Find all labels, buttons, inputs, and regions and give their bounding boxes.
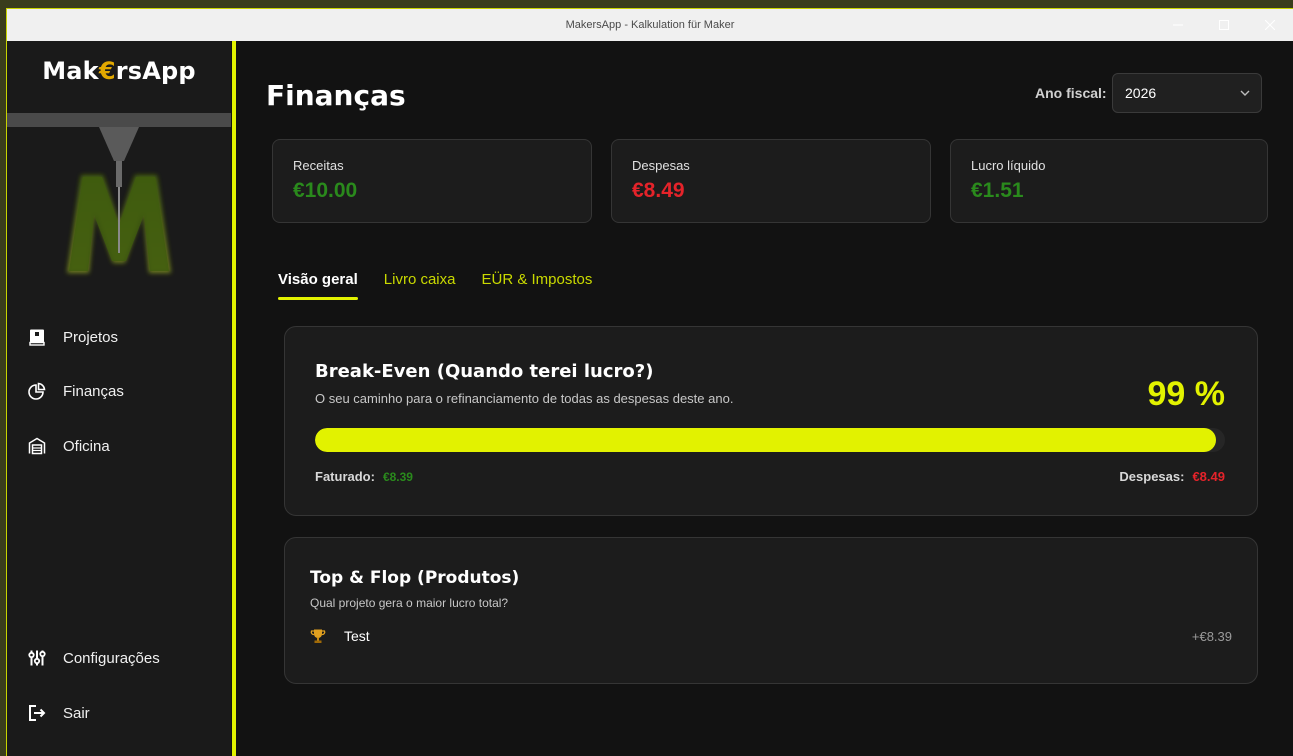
kpi-label: Lucro líquido: [971, 158, 1046, 173]
title-bar: MakersApp - Kalkulation für Maker: [7, 9, 1293, 41]
sidebar-item-label: Configurações: [63, 649, 160, 667]
list-item: Test +€8.39: [310, 628, 1232, 644]
page-title: Finanças: [266, 79, 406, 112]
kpi-label: Despesas: [632, 158, 690, 173]
window-controls: [1155, 9, 1293, 41]
kpi-card-receitas: Receitas €10.00: [272, 139, 592, 223]
top-flop-title: Top & Flop (Produtos): [310, 568, 520, 588]
expenses-label: Despesas:: [1119, 469, 1185, 484]
sidebar-item-label: Oficina: [63, 437, 110, 455]
pie-chart-icon: [27, 381, 47, 401]
invoiced-value: €8.39: [382, 470, 413, 484]
garage-icon: [27, 436, 47, 456]
trophy-icon: [310, 628, 330, 644]
breakeven-percent: 99 %: [1147, 375, 1226, 413]
breakeven-card: Break-Even (Quando terei lucro?) O seu c…: [284, 326, 1258, 516]
kpi-card-lucro-liquido: Lucro líquido €1.51: [950, 139, 1268, 223]
expenses-value: €8.49: [1192, 469, 1225, 484]
minimize-button[interactable]: [1155, 9, 1201, 41]
kpi-card-despesas: Despesas €8.49: [611, 139, 931, 223]
top-flop-subtitle: Qual projeto gera o maior lucro total?: [310, 596, 509, 610]
sidebar-item-label: Projetos: [63, 328, 119, 346]
tab-eur-impostos[interactable]: EÜR & Impostos: [481, 271, 592, 300]
sidebar-item-label: Sair: [63, 704, 90, 722]
fiscal-year-value: 2026: [1125, 85, 1157, 101]
sliders-icon: [27, 648, 47, 668]
exit-icon: [27, 703, 47, 723]
sidebar-item-configuracoes[interactable]: Configurações: [27, 644, 160, 672]
main-content: Finanças Ano fiscal: 2026 Receitas €10.0…: [236, 41, 1293, 756]
chevron-down-icon: [1240, 90, 1250, 96]
sidebar-item-projetos[interactable]: Projetos: [27, 323, 118, 351]
sidebar: Mak€rsApp Projetos Finanças Oficina Conf…: [7, 41, 231, 756]
product-name: Test: [344, 628, 370, 644]
maximize-icon: [1219, 20, 1229, 30]
fiscal-year-select[interactable]: 2026: [1112, 73, 1262, 113]
close-button[interactable]: [1247, 9, 1293, 41]
minimize-icon: [1173, 24, 1183, 26]
sidebar-item-oficina[interactable]: Oficina: [27, 432, 110, 460]
close-icon: [1265, 20, 1275, 30]
top-flop-card: Top & Flop (Produtos) Qual projeto gera …: [284, 537, 1258, 684]
breakeven-progress-fill: [315, 428, 1216, 452]
invoiced-label: Faturado:: [315, 469, 375, 484]
sidebar-item-label: Finanças: [63, 382, 124, 400]
maximize-button[interactable]: [1201, 9, 1247, 41]
tab-bar: Visão geral Livro caixa EÜR & Impostos: [278, 271, 592, 300]
euro-glyph: €: [98, 57, 116, 85]
kpi-label: Receitas: [293, 158, 344, 173]
tab-livro-caixa[interactable]: Livro caixa: [384, 271, 456, 300]
breakeven-progress-bar: [315, 428, 1225, 452]
printer-nozzle-logo: [7, 113, 231, 273]
app-logo-text: Mak€rsApp: [42, 57, 196, 85]
kpi-value: €10.00: [293, 179, 358, 202]
sidebar-item-financas[interactable]: Finanças: [27, 377, 124, 405]
window-title: MakersApp - Kalkulation für Maker: [565, 19, 735, 31]
invoiced-summary: Faturado: €8.39: [315, 469, 413, 484]
sidebar-item-sair[interactable]: Sair: [27, 699, 90, 727]
fiscal-year-label: Ano fiscal:: [1035, 85, 1107, 101]
expenses-summary: Despesas: €8.49: [1119, 469, 1225, 484]
breakeven-title: Break-Even (Quando terei lucro?): [315, 361, 654, 382]
tab-visao-geral[interactable]: Visão geral: [278, 271, 358, 300]
breakeven-subtitle: O seu caminho para o refinanciamento de …: [315, 391, 734, 406]
app-window: MakersApp - Kalkulation für Maker Mak€rs…: [6, 8, 1293, 756]
product-profit: +€8.39: [1191, 628, 1232, 644]
book-icon: [27, 327, 47, 347]
kpi-value: €8.49: [632, 179, 685, 202]
kpi-value: €1.51: [971, 179, 1024, 202]
